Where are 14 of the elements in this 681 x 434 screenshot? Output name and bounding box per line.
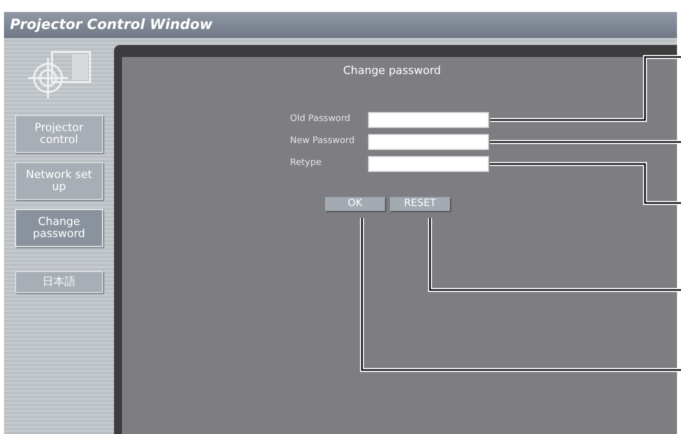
field-label: New Password — [290, 134, 356, 148]
sidebar-button[interactable]: Network set up — [15, 162, 103, 200]
input-field[interactable] — [368, 112, 489, 128]
field-label: Old Password — [290, 112, 352, 126]
sidebar-button[interactable]: Projector control — [15, 115, 103, 153]
ok-button[interactable]: OK — [325, 196, 385, 210]
panel-title: Change password — [343, 63, 441, 79]
sidebar-button[interactable]: Change password — [15, 209, 103, 247]
field-label: Retype — [290, 156, 322, 170]
sidebar-button[interactable]: 日本語 — [15, 271, 103, 293]
window-title: Projector Control Window — [10, 16, 213, 34]
reset-button[interactable]: RESET — [390, 196, 450, 210]
input-field[interactable] — [368, 156, 489, 172]
input-field[interactable] — [368, 134, 489, 150]
